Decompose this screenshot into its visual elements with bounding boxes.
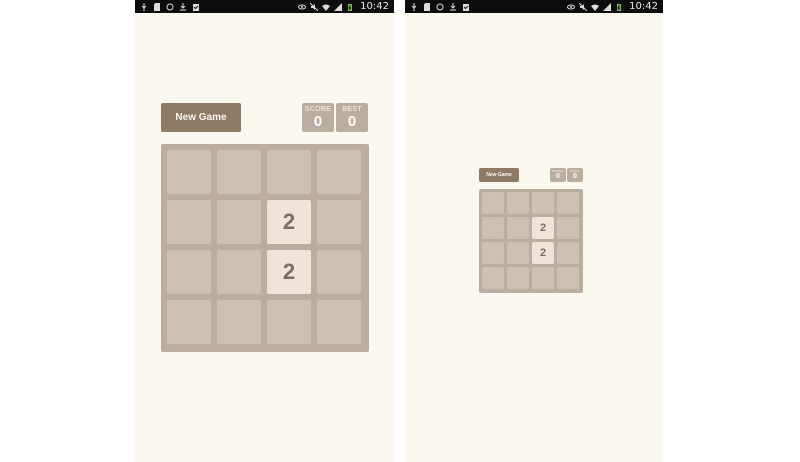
board-cell bbox=[317, 150, 361, 194]
clipboard-check-icon bbox=[462, 3, 470, 11]
board-cell bbox=[482, 192, 504, 214]
board-cell bbox=[507, 267, 529, 289]
best-score-box: BEST 0 bbox=[567, 168, 583, 182]
download-icon bbox=[449, 2, 457, 11]
board-cell bbox=[557, 217, 579, 239]
board-cell bbox=[317, 300, 361, 344]
board-cell bbox=[557, 242, 579, 264]
status-bar: 10:42 bbox=[135, 0, 394, 13]
board-cell bbox=[167, 300, 211, 344]
signal-icon bbox=[603, 2, 612, 11]
board-cell bbox=[482, 267, 504, 289]
clipboard-check-icon bbox=[192, 3, 200, 11]
board-cell bbox=[317, 250, 361, 294]
board-cell bbox=[507, 217, 529, 239]
battery-charging-icon bbox=[615, 3, 623, 11]
sync-icon bbox=[166, 3, 174, 11]
wifi-icon bbox=[322, 3, 331, 11]
board-cell bbox=[167, 250, 211, 294]
sd-card-icon bbox=[153, 2, 161, 11]
tile-2: 2 bbox=[532, 242, 554, 264]
new-game-button[interactable]: New Game bbox=[161, 103, 241, 132]
eye-icon bbox=[298, 3, 307, 11]
download-icon bbox=[179, 2, 187, 11]
board-cell bbox=[507, 192, 529, 214]
best-score-box: BEST 0 bbox=[336, 103, 368, 132]
status-bar: 10:42 bbox=[405, 0, 663, 13]
eye-icon bbox=[567, 3, 576, 11]
board-cell bbox=[557, 267, 579, 289]
sd-card-icon bbox=[423, 2, 431, 11]
board-cell bbox=[482, 217, 504, 239]
phone-screen-large: 10:42 New Game SCORE 0 BEST 0 2 2 bbox=[135, 0, 394, 462]
board-cell bbox=[557, 192, 579, 214]
phone-screen-small: 10:42 New Game SCORE 0 BEST 0 2 2 bbox=[405, 0, 663, 462]
mute-icon bbox=[310, 2, 319, 11]
sync-icon bbox=[436, 3, 444, 11]
wifi-icon bbox=[591, 3, 600, 11]
clock: 10:42 bbox=[629, 1, 658, 12]
new-game-button[interactable]: New Game bbox=[479, 168, 519, 182]
best-value: 0 bbox=[347, 112, 357, 130]
board-cell bbox=[267, 150, 311, 194]
tile-2: 2 bbox=[267, 250, 311, 294]
best-value: 0 bbox=[573, 173, 577, 180]
board-cell bbox=[532, 192, 554, 214]
usb-icon bbox=[140, 2, 148, 11]
board-cell bbox=[217, 150, 261, 194]
board-cell bbox=[167, 200, 211, 244]
tile-2: 2 bbox=[267, 200, 311, 244]
score-box: SCORE 0 bbox=[302, 103, 334, 132]
game-board[interactable]: 2 2 bbox=[161, 144, 369, 352]
board-cell bbox=[217, 250, 261, 294]
board-cell bbox=[167, 150, 211, 194]
score-value: 0 bbox=[556, 173, 560, 180]
clock: 10:42 bbox=[360, 1, 389, 12]
board-cell bbox=[532, 267, 554, 289]
battery-charging-icon bbox=[346, 3, 354, 11]
board-cell bbox=[317, 200, 361, 244]
board-cell bbox=[267, 300, 311, 344]
board-cell bbox=[217, 300, 261, 344]
score-box: SCORE 0 bbox=[550, 168, 566, 182]
game-board[interactable]: 2 2 bbox=[479, 189, 583, 293]
usb-icon bbox=[410, 2, 418, 11]
signal-icon bbox=[334, 2, 343, 11]
tile-2: 2 bbox=[532, 217, 554, 239]
board-cell bbox=[507, 242, 529, 264]
board-cell bbox=[482, 242, 504, 264]
score-value: 0 bbox=[313, 112, 323, 130]
mute-icon bbox=[579, 2, 588, 11]
board-cell bbox=[217, 200, 261, 244]
